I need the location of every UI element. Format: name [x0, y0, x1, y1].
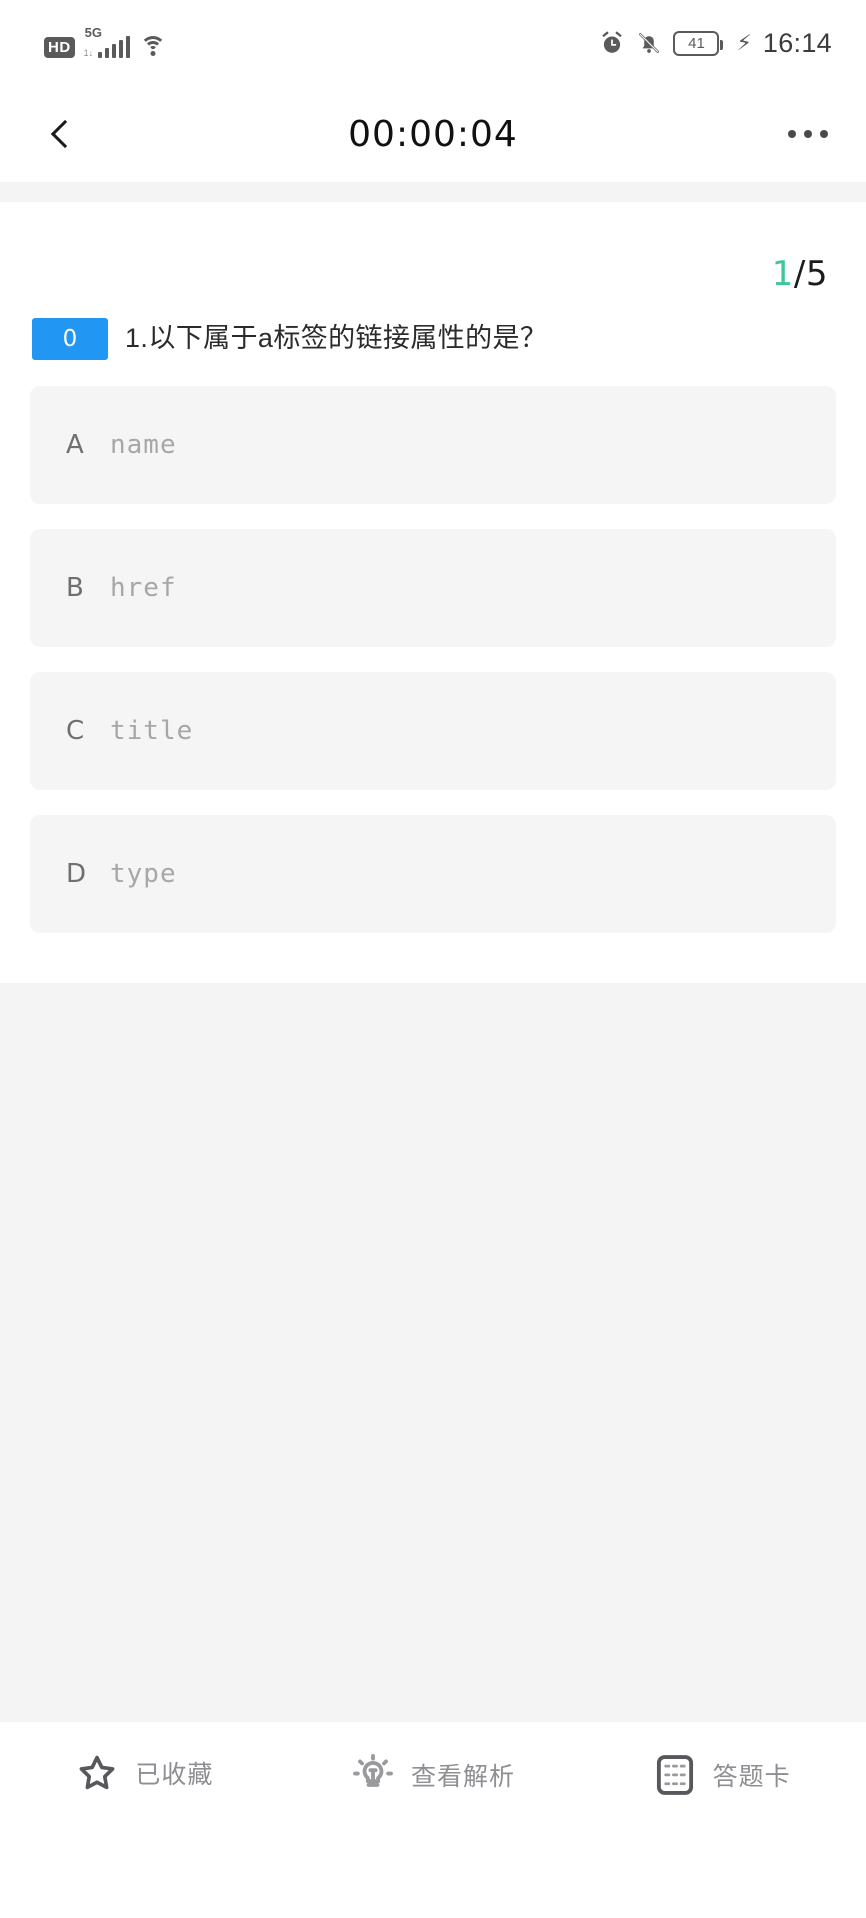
- status-clock: 16:14: [762, 27, 832, 58]
- star-outline-icon: [79, 1755, 115, 1790]
- answer-card-button[interactable]: 答题卡: [577, 1752, 866, 1798]
- alarm-clock-icon: [603, 31, 622, 53]
- favorite-button[interactable]: 已收藏: [0, 1752, 289, 1794]
- quiz-timer: 00:00:04: [348, 113, 518, 155]
- option-d[interactable]: D type: [30, 815, 836, 933]
- battery-indicator: 41: [673, 30, 724, 56]
- status-bar-right: 41 ⚡ 16:14: [599, 28, 832, 59]
- charging-bolt-icon: ⚡: [736, 30, 752, 55]
- lightbulb-icon: [353, 1754, 393, 1787]
- question-counter-total: /5: [793, 254, 828, 294]
- more-options-button[interactable]: [784, 116, 832, 152]
- option-text: href: [110, 573, 177, 603]
- app-header: 00:00:04: [0, 86, 866, 182]
- view-analysis-label: 查看解析: [411, 1763, 516, 1791]
- option-letter: A: [66, 430, 84, 460]
- question-text: 1.以下属于a标签的链接属性的是？: [125, 323, 548, 354]
- hd-badge: HD: [44, 37, 75, 58]
- favorite-label: 已收藏: [135, 1761, 214, 1789]
- option-a[interactable]: A name: [30, 386, 836, 504]
- bottom-toolbar: 已收藏 查看解析 答题卡: [0, 1722, 866, 1918]
- header-divider: [0, 182, 866, 202]
- question-score-badge: 0: [32, 318, 108, 360]
- answer-card-label: 答题卡: [712, 1763, 791, 1791]
- question-counter-current: 1: [771, 254, 794, 294]
- option-text: name: [110, 430, 177, 460]
- option-letter: B: [66, 573, 84, 603]
- battery-level: 41: [688, 34, 705, 52]
- question-card: 1/5 0 1.以下属于a标签的链接属性的是？ A name B href C …: [0, 202, 866, 983]
- network-type-label: 5G: [84, 25, 103, 40]
- back-button[interactable]: [34, 106, 90, 162]
- option-letter: C: [66, 716, 85, 746]
- content-spacer: [0, 983, 866, 1722]
- bell-muted-icon: [639, 33, 660, 53]
- option-text: type: [110, 859, 177, 889]
- answer-card-grid-icon: [656, 1755, 693, 1795]
- network-signal-indicator: 5G 1↓: [83, 25, 131, 58]
- question-line: 0 1.以下属于a标签的链接属性的是？: [30, 312, 836, 386]
- view-analysis-button[interactable]: 查看解析: [289, 1752, 578, 1798]
- status-bar: HD 5G 1↓ 41 ⚡ 16:14: [0, 0, 866, 86]
- option-c[interactable]: C title: [30, 672, 836, 790]
- option-letter: D: [66, 859, 87, 889]
- option-list: A name B href C title D type: [30, 386, 836, 983]
- wifi-icon: [139, 36, 167, 58]
- more-dots-icon: [788, 130, 796, 138]
- option-b[interactable]: B href: [30, 529, 836, 647]
- option-text: title: [110, 716, 194, 746]
- status-bar-left: HD 5G 1↓: [44, 25, 167, 58]
- network-traffic-label: 1↓: [83, 48, 94, 58]
- quiz-screen: HD 5G 1↓ 41 ⚡ 16:14 00:00:04 1/5 0 1.以下属…: [0, 0, 866, 1918]
- signal-bars-icon: [97, 36, 131, 58]
- back-chevron-icon: [50, 119, 80, 149]
- question-counter: 1/5: [30, 202, 836, 312]
